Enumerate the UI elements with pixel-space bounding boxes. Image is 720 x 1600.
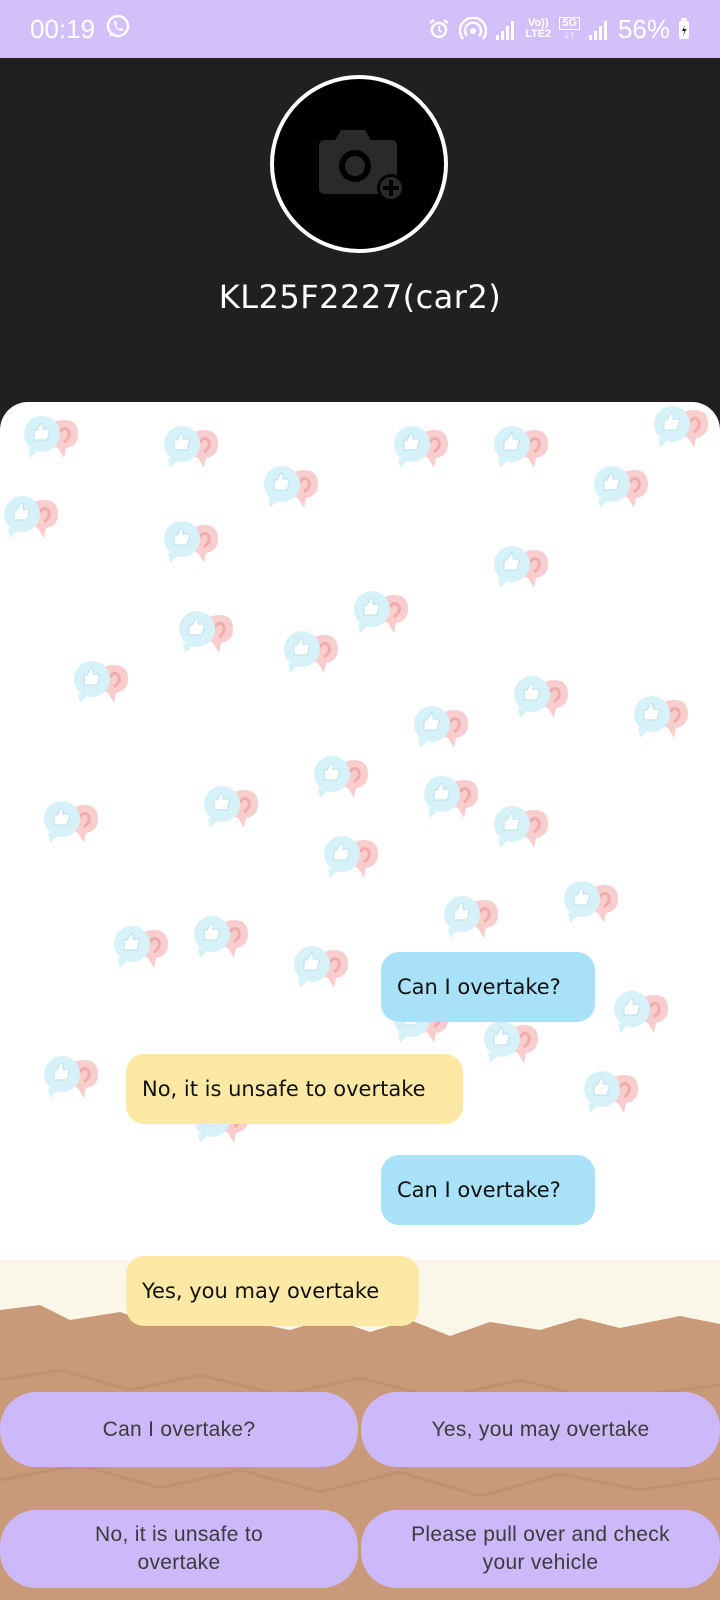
chat-bubble-doodle-icon: [280, 627, 346, 693]
quick-reply-button[interactable]: Please pull over and check your vehicle: [361, 1510, 720, 1588]
chat-header: KL25F2227(car2): [0, 58, 720, 418]
chat-bubble-doodle-icon: [590, 462, 656, 528]
chat-bubble-doodle-icon: [560, 877, 626, 943]
chat-bubble-doodle-icon: [480, 1017, 546, 1083]
chat-bubble-doodle-icon: [410, 702, 476, 768]
chat-bubble-doodle-icon: [440, 892, 506, 958]
quick-reply-label: Yes, you may overtake: [431, 1417, 650, 1441]
whatsapp-icon: [105, 13, 131, 46]
message-bubble-received[interactable]: No, it is unsafe to overtake: [126, 1054, 463, 1124]
quick-reply-label: No, it is unsafe to overtake: [95, 1523, 263, 1574]
quick-reply-button[interactable]: Yes, you may overtake: [361, 1392, 720, 1467]
message-text: Can I overtake?: [397, 975, 561, 999]
chat-bubble-doodle-icon: [510, 672, 576, 738]
chat-bubble-doodle-icon: [490, 802, 556, 868]
chat-bubble-doodle-icon: [260, 462, 326, 528]
hotspot-icon: [459, 17, 488, 41]
status-time: 00:19: [30, 13, 96, 44]
chat-bubble-doodle-icon: [175, 607, 241, 673]
chat-bubble-doodle-icon: [490, 422, 556, 488]
message-bubble-received[interactable]: Yes, you may overtake: [126, 1256, 419, 1326]
chat-bubble-doodle-icon: [490, 542, 556, 608]
message-bubble-sent[interactable]: Can I overtake?: [381, 952, 595, 1022]
volte-label: Vo)) LTE2: [525, 18, 551, 40]
quick-reply-label: Can I overtake?: [102, 1417, 256, 1441]
chat-bubble-doodle-icon: [420, 772, 486, 838]
status-left: 00:19: [30, 13, 131, 46]
chat-bubble-doodle-icon: [110, 922, 176, 988]
data-arrows-icon: ↓↑: [564, 29, 576, 41]
chat-bubble-doodle-icon: [310, 752, 376, 818]
message-bubble-sent[interactable]: Can I overtake?: [381, 1155, 595, 1225]
chat-bubble-doodle-icon: [20, 412, 86, 478]
contact-title: KL25F2227(car2): [218, 278, 502, 316]
quick-reply-label: Please pull over and check your vehicle: [411, 1523, 670, 1574]
quick-reply-button[interactable]: Can I overtake?: [0, 1392, 358, 1467]
5g-label: 5G ↓↑: [559, 17, 580, 41]
chat-bubble-doodle-icon: [580, 1067, 646, 1133]
battery-icon: [678, 18, 690, 40]
chat-bubble-doodle-icon: [190, 912, 256, 978]
add-photo-camera-icon: [311, 122, 407, 206]
status-bar: 00:19 Vo)) LTE2 5G ↓↑ 56%: [0, 0, 720, 58]
quick-reply-button[interactable]: No, it is unsafe to overtake: [0, 1510, 358, 1588]
chat-panel[interactable]: Can I overtake? No, it is unsafe to over…: [0, 402, 720, 1600]
chat-bubble-doodle-icon: [350, 587, 416, 653]
chat-bubble-doodle-icon: [160, 517, 226, 583]
chat-bubble-doodle-icon: [200, 782, 266, 848]
avatar-add-photo-button[interactable]: [270, 75, 448, 253]
status-right: Vo)) LTE2 5G ↓↑ 56%: [427, 14, 690, 45]
message-text: Yes, you may overtake: [142, 1279, 380, 1303]
chat-bubble-doodle-icon: [390, 422, 456, 488]
chat-bubble-doodle-icon: [40, 797, 106, 863]
message-text: Can I overtake?: [397, 1178, 561, 1202]
network-label-lte: LTE2: [525, 28, 552, 40]
chat-bubble-doodle-icon: [290, 942, 356, 1008]
alarm-icon: [427, 17, 451, 41]
chat-bubble-doodle-icon: [40, 1052, 106, 1118]
signal-icon-2: [588, 17, 610, 41]
chat-bubble-doodle-icon: [0, 492, 66, 558]
signal-icon: [495, 17, 517, 41]
chat-bubble-doodle-icon: [70, 657, 136, 723]
chat-bubble-doodle-icon: [160, 422, 226, 488]
message-text: No, it is unsafe to overtake: [142, 1077, 426, 1101]
battery-percent: 56%: [617, 13, 670, 44]
chat-bubble-doodle-icon: [650, 402, 716, 468]
chat-bubble-doodle-icon: [630, 692, 696, 758]
chat-bubble-doodle-icon: [320, 832, 386, 898]
chat-bubble-doodle-icon: [610, 987, 676, 1053]
